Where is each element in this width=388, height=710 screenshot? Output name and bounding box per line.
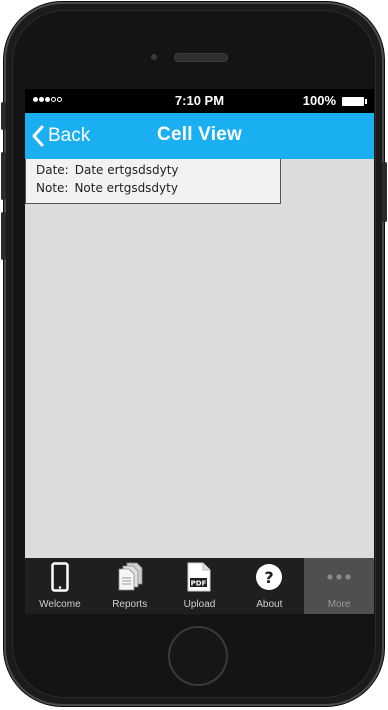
status-bar: 7:10 PM 100% bbox=[25, 89, 374, 113]
tab-label: About bbox=[256, 599, 283, 610]
home-button[interactable] bbox=[168, 626, 228, 686]
detail-key: Note: bbox=[36, 181, 69, 195]
tab-about[interactable]: ? About bbox=[234, 558, 304, 614]
tab-label: Upload bbox=[183, 599, 216, 610]
tab-label: Welcome bbox=[39, 599, 81, 610]
documents-icon bbox=[118, 562, 143, 591]
pdf-icon: PDF bbox=[187, 562, 211, 592]
detail-value: Note ertgsdsdyty bbox=[74, 181, 178, 195]
volume-down-button bbox=[1, 212, 6, 260]
cell-detail-card: Date: Date ertgsdsdyty Note: Note ertgsdsd… bbox=[25, 159, 281, 204]
tab-upload[interactable]: PDF Upload bbox=[165, 558, 235, 614]
phone-icon bbox=[51, 562, 69, 592]
front-camera bbox=[151, 54, 157, 60]
mute-switch bbox=[1, 102, 6, 130]
svg-text:?: ? bbox=[265, 568, 274, 587]
tab-welcome[interactable]: Welcome bbox=[25, 558, 95, 614]
app-screen: 7:10 PM 100% Back Cell View Date: Date er… bbox=[25, 89, 374, 614]
tab-more[interactable]: More bbox=[304, 558, 374, 614]
earpiece-speaker bbox=[174, 53, 228, 62]
volume-up-button bbox=[1, 152, 6, 200]
detail-value: Date ertgsdsdyty bbox=[74, 163, 179, 177]
more-icon bbox=[327, 574, 351, 580]
tab-bar: Welcome Reports PDF Upload ? About More bbox=[25, 558, 374, 614]
navigation-bar: Back Cell View bbox=[25, 113, 374, 159]
detail-row-note: Note: Note ertgsdsdyty bbox=[36, 180, 178, 196]
detail-key: Date: bbox=[36, 163, 69, 177]
power-button bbox=[382, 162, 387, 222]
tab-reports[interactable]: Reports bbox=[95, 558, 165, 614]
battery-percentage: 100% bbox=[302, 93, 336, 108]
question-icon: ? bbox=[256, 564, 283, 590]
tab-label: Reports bbox=[112, 599, 148, 610]
detail-row-date: Date: Date ertgsdsdyty bbox=[36, 162, 179, 178]
battery-icon bbox=[342, 97, 367, 106]
tab-label: More bbox=[327, 599, 351, 610]
svg-text:PDF: PDF bbox=[191, 580, 207, 588]
page-title: Cell View bbox=[157, 124, 242, 145]
